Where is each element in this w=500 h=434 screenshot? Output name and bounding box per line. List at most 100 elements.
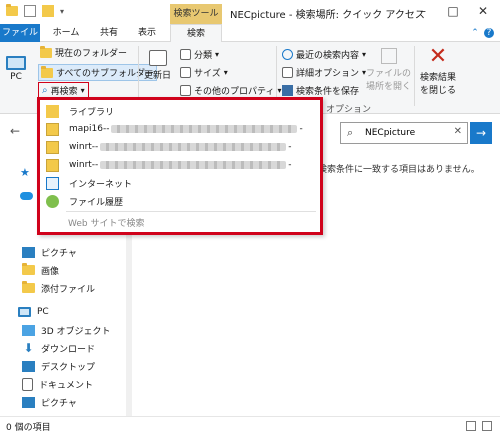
- redacted-text: [111, 125, 298, 133]
- redacted-text: [100, 143, 287, 151]
- close-search-button[interactable]: ✕ 検索結果 を閉じる: [420, 46, 457, 97]
- nav-item-pc[interactable]: PC: [18, 304, 49, 320]
- nav-item-downloads[interactable]: ⬇ ダウンロード: [22, 340, 95, 356]
- pc-button[interactable]: PC: [6, 56, 26, 82]
- onedrive-cloud-icon[interactable]: [20, 192, 33, 200]
- properties-icon[interactable]: [24, 5, 36, 17]
- large-icons-view-icon[interactable]: [482, 421, 492, 431]
- menu-item-web-search: Web サイトで検索: [68, 219, 145, 229]
- tab-search[interactable]: 検索: [170, 24, 222, 43]
- menu-item-mapi16[interactable]: mapi16-- -: [42, 120, 318, 138]
- ribbon-collapse-icon[interactable]: ⌃: [470, 28, 480, 38]
- nav-item-documents[interactable]: ドキュメント: [22, 376, 93, 392]
- open-file-location-label: ファイルの 場所を開く: [366, 69, 412, 92]
- nav-item-pictures[interactable]: ピクチャ: [22, 244, 77, 260]
- menu-item-winrt-1[interactable]: winrt-- -: [42, 138, 318, 156]
- size-button[interactable]: サイズ ▾: [180, 66, 228, 79]
- advanced-options-button[interactable]: 詳細オプション ▾: [282, 66, 366, 79]
- nav-item-label: ピクチャ: [41, 398, 77, 409]
- qat-dropdown-icon[interactable]: ▾: [60, 7, 64, 16]
- download-arrow-icon: ⬇: [23, 341, 34, 355]
- nav-item-desktop[interactable]: デスクトップ: [22, 358, 95, 374]
- new-folder-icon[interactable]: [42, 5, 54, 17]
- options-group-label: オプション: [326, 105, 372, 115]
- kind-button[interactable]: 分類 ▾: [180, 48, 219, 61]
- menu-item-internet[interactable]: インターネット: [42, 174, 318, 192]
- current-folder-button[interactable]: 現在のフォルダー: [40, 45, 127, 59]
- folder-icon: [22, 281, 35, 293]
- title-bar: ▾ 検索ツール NECpicture - 検索場所: クイック アクセス – □…: [0, 0, 500, 24]
- tab-file[interactable]: ファイル: [0, 24, 40, 42]
- folder-icon: [41, 65, 53, 78]
- search-go-button[interactable]: →: [470, 122, 492, 144]
- clock-icon: [282, 49, 293, 60]
- document-icon: [22, 377, 33, 391]
- menu-item-label: ファイル履歴: [69, 197, 124, 208]
- nav-item-3d-objects[interactable]: 3D オブジェクト: [22, 322, 111, 338]
- pictures-icon: [22, 246, 35, 258]
- nav-item-pictures-pc[interactable]: ピクチャ: [22, 394, 77, 410]
- help-icon[interactable]: ?: [484, 28, 494, 38]
- clear-search-icon[interactable]: ✕: [454, 126, 462, 137]
- size-label: サイズ: [194, 69, 221, 79]
- all-subfolders-button[interactable]: すべてのサブフォルダー: [38, 64, 158, 81]
- quick-access-toolbar: ▾: [6, 4, 64, 17]
- pc-icon: [18, 307, 31, 317]
- tab-home[interactable]: ホーム: [46, 24, 86, 42]
- menu-item-library[interactable]: ライブラリ: [42, 102, 318, 120]
- close-button[interactable]: ✕: [468, 2, 498, 20]
- save-search-button[interactable]: 検索条件を保存: [282, 84, 359, 97]
- menu-separator: [66, 211, 316, 212]
- recent-searches-button[interactable]: 最近の検索内容 ▾: [282, 48, 366, 61]
- tab-view[interactable]: 表示: [130, 24, 164, 42]
- ribbon-tabs: ファイル ホーム 共有 表示 検索 ⌃ ?: [0, 24, 500, 43]
- pc-label: PC: [10, 72, 22, 82]
- modified-date-button[interactable]: 更新日: [144, 50, 171, 81]
- open-file-location-button[interactable]: ファイルの 場所を開く: [366, 48, 411, 92]
- desktop-icon: [22, 360, 35, 372]
- menu-item-suffix: -: [288, 142, 292, 152]
- nav-item-images[interactable]: 画像: [22, 262, 59, 278]
- all-subfolders-label: すべてのサブフォルダー: [56, 69, 155, 79]
- back-arrow-icon[interactable]: ←: [10, 124, 20, 138]
- folder-icon: [6, 4, 18, 16]
- search-box[interactable]: ⌕ ✕: [340, 122, 468, 144]
- research-label: 再検索: [50, 87, 78, 97]
- quick-access-star-icon[interactable]: ★: [20, 166, 30, 179]
- nav-item-label: デスクトップ: [41, 362, 96, 373]
- chevron-down-icon: ▾: [223, 68, 228, 77]
- nav-item-label: ダウンロード: [41, 344, 96, 355]
- ribbon-separator: [414, 46, 415, 106]
- menu-item-winrt-2[interactable]: winrt-- -: [42, 156, 318, 174]
- folder-icon: [22, 263, 35, 275]
- recent-searches-label: 最近の検索内容: [296, 51, 360, 61]
- close-search-label: 検索結果 を閉じる: [420, 73, 457, 96]
- tab-share[interactable]: 共有: [92, 24, 126, 42]
- other-properties-label: その他のプロパティ: [194, 87, 275, 97]
- menu-item-label: winrt--: [69, 142, 99, 152]
- kind-label: 分類: [194, 51, 213, 61]
- chevron-down-icon: ▾: [277, 86, 282, 95]
- minimize-button[interactable]: –: [408, 2, 438, 20]
- nav-item-label: 3D オブジェクト: [41, 326, 111, 337]
- nav-item-label: ピクチャ: [41, 248, 77, 259]
- menu-item-file-history[interactable]: ファイル履歴: [42, 192, 318, 210]
- details-view-icon[interactable]: [466, 421, 476, 431]
- other-properties-button[interactable]: その他のプロパティ ▾: [180, 84, 281, 97]
- search-folder-icon: [46, 122, 59, 136]
- menu-item-label: mapi16--: [69, 124, 110, 134]
- advanced-options-label: 詳細オプション: [296, 69, 360, 79]
- empty-results-message: 検索条件に一致する項目はありません。: [318, 165, 480, 175]
- search-icon: ⌕: [347, 126, 354, 139]
- search-folder-icon: [46, 140, 59, 154]
- search-input[interactable]: [365, 126, 445, 140]
- status-bar: 0 個の項目: [0, 416, 500, 434]
- menu-item-suffix: -: [288, 160, 292, 170]
- redacted-text: [100, 161, 287, 169]
- options-icon: [282, 67, 293, 78]
- save-search-label: 検索条件を保存: [296, 87, 360, 97]
- maximize-button[interactable]: □: [438, 2, 468, 20]
- item-count: 0 個の項目: [6, 423, 51, 433]
- chevron-down-icon: ▾: [80, 86, 85, 95]
- nav-item-attachments[interactable]: 添付ファイル: [22, 280, 95, 296]
